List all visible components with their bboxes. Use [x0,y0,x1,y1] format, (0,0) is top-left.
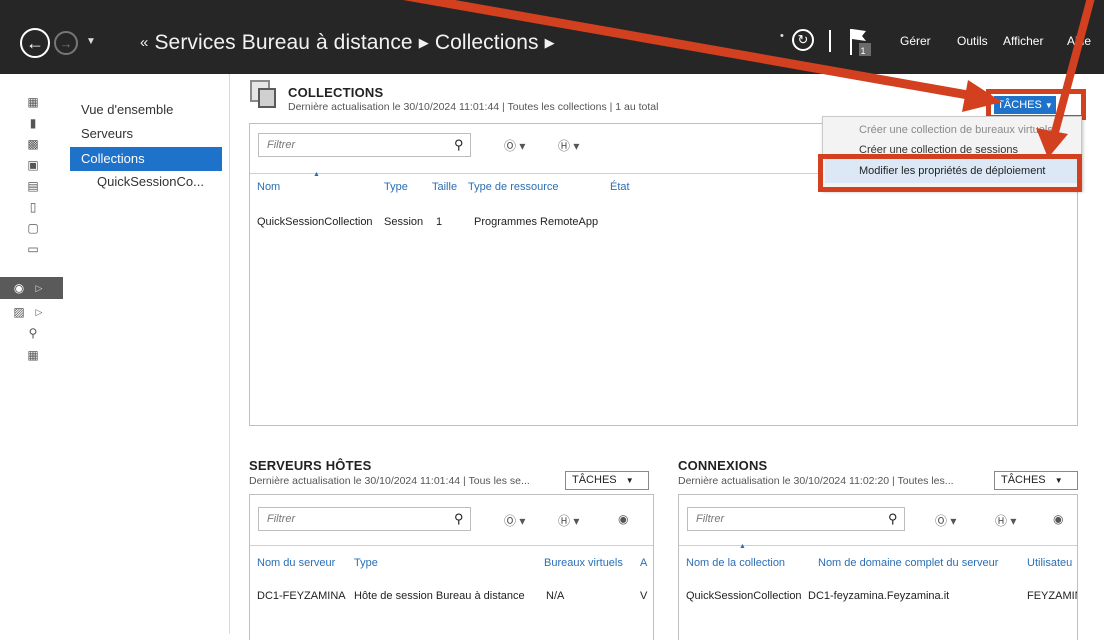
hosts-filter-input[interactable]: Filtrer ⚲ [258,507,471,531]
sort-ascending-icon: ▲ [313,171,320,178]
list-options-icon[interactable]: Ⓞ ▾ [504,137,525,154]
filter-placeholder: Filtrer [267,139,296,151]
connections-filter-input[interactable]: Filtrer ⚲ [687,507,905,531]
col-header-collection[interactable]: Nom de la collection [686,557,785,569]
notifications-count: 1 [860,46,866,56]
cell-ressource: Programmes RemoteApp [474,216,599,228]
col-header-type[interactable]: Type [354,557,378,569]
col-header-type[interactable]: Type [384,181,408,193]
expand-arrow-icon[interactable]: ▷ [32,281,46,295]
chevron-down-icon: ▼ [625,476,634,485]
nav-item-quicksession[interactable]: QuickSessionCo... [97,174,204,189]
tasks-label: TÂCHES [1001,474,1046,486]
dhcp-icon[interactable]: ▤ [26,179,40,193]
filter-placeholder: Filtrer [267,513,296,525]
ad-ds-icon[interactable]: ▣ [26,158,40,172]
list-options-icon[interactable]: Ⓞ ▾ [935,512,956,529]
menu-item-create-vdi-collection[interactable]: Créer une collection de bureaux virtuels [859,124,1053,136]
collections-subtitle: Dernière actualisation le 30/10/2024 11:… [288,101,659,113]
file-storage-icon[interactable]: ▯ [26,200,40,214]
connections-subtitle: Dernière actualisation le 30/10/2024 11:… [678,475,954,487]
group-options-icon[interactable]: Ⓗ ▾ [558,512,579,529]
col-header-user[interactable]: Utilisateu [1027,557,1072,569]
divider [829,30,831,52]
hosts-title: SERVEURS HÔTES [249,458,372,473]
breadcrumb-root[interactable]: Services Bureau à distance [154,31,412,54]
expand-circle-icon[interactable]: ◉ [1053,512,1063,526]
search-icon[interactable]: ⚲ [454,511,464,527]
wsus-icon[interactable]: ▦ [26,348,40,362]
cell-user: FEYZAMIN [1027,590,1078,602]
annotation-highlight-box [818,154,1082,192]
collections-title: COLLECTIONS [288,85,384,100]
local-server-icon[interactable]: ▮ [26,116,40,130]
col-header-ressource[interactable]: Type de ressource [468,181,559,193]
hosts-panel: Filtrer ⚲ Ⓞ ▾ Ⓗ ▾ ◉ Nom du serveur Type … [249,494,654,640]
breadcrumb-separator-icon[interactable]: ▶ [545,35,555,50]
search-icon[interactable]: ⚲ [888,511,898,527]
cell-nom: QuickSessionCollection [257,216,373,228]
iis-icon[interactable]: ▭ [26,242,40,256]
breadcrumb-prefix: « [140,34,149,51]
tasks-label: TÂCHES [572,474,617,486]
cell-serveur: DC1-FEYZAMINA [257,590,346,602]
menu-aide[interactable]: Aide [1067,34,1091,48]
expand-arrow-icon[interactable]: ▷ [32,305,46,319]
col-header-nom[interactable]: Nom [257,181,280,193]
sort-ascending-icon: ▲ [739,543,746,550]
cell-collection: QuickSessionCollection [686,590,802,602]
refresh-icon[interactable]: ↻ [792,29,814,51]
nav-item-overview[interactable]: Vue d'ensemble [81,102,173,117]
col-header-bureaux[interactable]: Bureaux virtuels [544,557,623,569]
cell-taille: 1 [436,216,443,228]
tools-icon[interactable]: ⚲ [26,326,40,340]
dns-icon[interactable]: ▢ [26,221,40,235]
expand-circle-icon[interactable]: ◉ [618,512,628,526]
group-options-icon[interactable]: Ⓗ ▾ [995,512,1016,529]
menu-outils[interactable]: Outils [957,34,988,48]
cell-bureaux: N/A [546,590,565,602]
cell-type: Session [384,216,424,228]
group-options-icon[interactable]: Ⓗ ▾ [558,137,579,154]
remote-desktop-icon[interactable]: ◉ [12,281,26,295]
chevron-down-icon: ▼ [1054,476,1063,485]
panel-divider [250,545,653,546]
breadcrumb: « Services Bureau à distance ▶ Collections ▶ [140,31,561,55]
services-icon[interactable]: ▨ [12,305,26,319]
cell-a: V [640,590,648,602]
collections-icon [250,80,276,108]
hosts-tasks-button[interactable]: TÂCHES ▼ [565,471,649,490]
collections-filter-input[interactable]: Filtrer ⚲ [258,133,471,157]
connections-title: CONNEXIONS [678,458,768,473]
connections-panel: Filtrer ⚲ Ⓞ ▾ Ⓗ ▾ ◉ ▲ Nom de la collecti… [678,494,1078,640]
breadcrumb-separator-icon: ▶ [418,35,429,50]
history-dropdown-icon[interactable]: ▼ [86,36,96,47]
col-header-a[interactable]: A [640,557,647,569]
all-servers-icon[interactable]: ▩ [26,137,40,151]
col-header-taille[interactable]: Taille [432,181,457,193]
col-header-etat[interactable]: État [610,181,630,193]
dashboard-icon[interactable]: ▦ [26,95,40,109]
search-icon[interactable]: ⚲ [454,137,464,153]
hosts-subtitle: Dernière actualisation le 30/10/2024 11:… [249,475,530,487]
list-options-icon[interactable]: Ⓞ ▾ [504,512,525,529]
breadcrumb-current[interactable]: Collections [435,31,539,54]
nav-item-servers[interactable]: Serveurs [81,126,133,141]
role-icon-strip: ▦ ▮ ▩ ▣ ▤ ▯ ▢ ▭ ◉ ▷ ▨ ▷ ⚲ ▦ [0,74,64,634]
nav-tree: Vue d'ensemble Serveurs Collections Quic… [63,74,230,634]
connections-tasks-button[interactable]: TÂCHES ▼ [994,471,1078,490]
nav-item-collections[interactable]: Collections [81,151,145,166]
col-header-fqdn[interactable]: Nom de domaine complet du serveur [818,557,998,569]
col-header-serveur[interactable]: Nom du serveur [257,557,335,569]
filter-placeholder: Filtrer [696,513,725,525]
menu-afficher[interactable]: Afficher [1003,34,1043,48]
back-arrow-icon[interactable]: ← [20,28,50,58]
title-bar: ← → ▼ « Services Bureau à distance ▶ Collec… [0,0,1104,74]
menu-gerer[interactable]: Gérer [900,34,931,48]
cell-fqdn: DC1-feyzamina.Feyzamina.it [808,590,950,602]
forward-arrow-icon[interactable]: → [54,31,78,55]
cell-type: Hôte de session Bureau à distance [354,590,525,602]
refresh-dropdown-icon[interactable]: • [780,30,784,42]
